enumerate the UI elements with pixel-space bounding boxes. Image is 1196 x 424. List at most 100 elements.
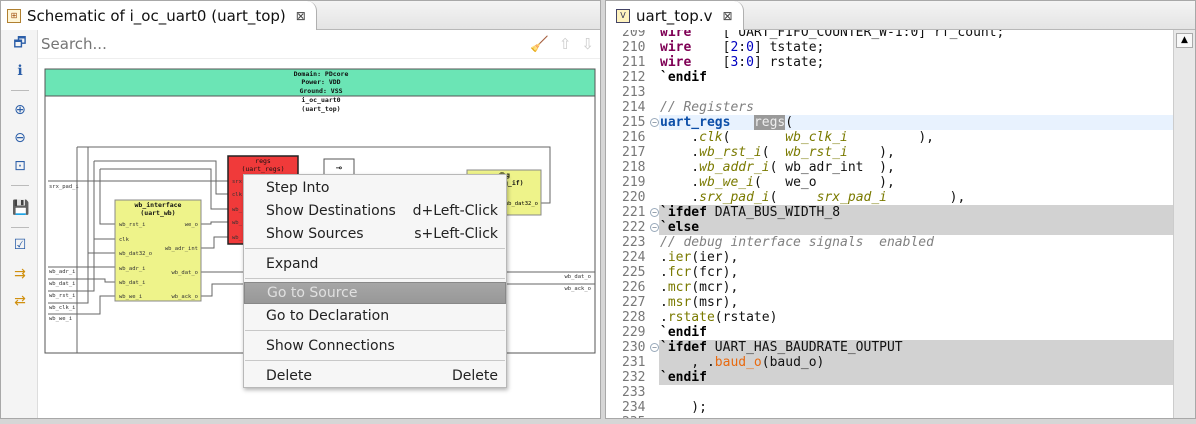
code-line[interactable]: 211 wire [3:0] rstate; xyxy=(606,55,1173,70)
code-token: ), xyxy=(847,145,895,160)
code-line[interactable]: 226 .mcr(mcr), xyxy=(606,280,1173,295)
input-port-label: wb_clk_i xyxy=(49,305,76,311)
menu-item-go-to-source[interactable]: Go to Source xyxy=(244,282,506,304)
checklist-icon[interactable]: ☑ xyxy=(12,237,28,253)
menu-item-show-destinations[interactable]: Show Destinations d+Left-Click xyxy=(244,200,506,222)
regs-port: srx xyxy=(232,179,243,185)
save-icon[interactable]: 💾 xyxy=(12,200,29,216)
close-icon[interactable]: ⊠ xyxy=(296,9,306,23)
power-label: Power: VDD xyxy=(301,78,340,86)
code-token: wire xyxy=(660,55,692,70)
step-icon[interactable]: ⇉ xyxy=(12,266,28,282)
new-window-icon[interactable]: 🗗 xyxy=(12,35,28,51)
code-token: uart_regs xyxy=(660,115,731,130)
code-text: .rstate(rstate) xyxy=(659,310,1173,325)
code-line[interactable]: 223 // debug interface signals enabled xyxy=(606,235,1173,250)
code-token: `endif xyxy=(660,325,707,340)
code-token: fcr xyxy=(667,265,692,280)
code-line[interactable]: 234 ); xyxy=(606,400,1173,415)
code-token: . xyxy=(660,280,668,295)
input-port-label: wb_adr_i xyxy=(49,269,76,275)
fold-toggle-icon[interactable]: − xyxy=(650,208,659,217)
search-input[interactable] xyxy=(38,30,438,58)
code-line[interactable]: 209 wire [`UART_FIFO_COUNTER_W-1:0] rf_co… xyxy=(606,30,1173,40)
code-line[interactable]: 220 .srx_pad_i( srx_pad_i ), xyxy=(606,190,1173,205)
fold-toggle-icon[interactable]: − xyxy=(650,223,659,232)
arrow-down-icon[interactable]: ⇩ xyxy=(581,35,594,53)
menu-item-show-sources[interactable]: Show Sources s+Left-Click xyxy=(244,223,506,245)
code-text: wire [`UART_FIFO_COUNTER_W-1:0] rf_count… xyxy=(659,30,1173,40)
buffer-symbol-icon: ⊸ xyxy=(336,163,342,174)
arrow-up-icon[interactable]: ⇧ xyxy=(559,35,572,53)
code-line[interactable]: 219 .wb_we_i( we_o ), xyxy=(606,175,1173,190)
code-text: `ifdef UART_HAS_BAUDRATE_OUTPUT xyxy=(659,340,1173,355)
dbg-port: wb_dat32_o xyxy=(505,201,538,207)
menu-item-expand[interactable]: Expand xyxy=(244,253,506,275)
code-line[interactable]: 227 .msr(msr), xyxy=(606,295,1173,310)
line-number: 224 xyxy=(622,250,646,265)
code-line[interactable]: 228 .rstate(rstate) xyxy=(606,310,1173,325)
code-token: srx_pad_i xyxy=(816,190,888,205)
code-line[interactable]: 233 xyxy=(606,385,1173,400)
code-token: [ xyxy=(691,55,731,70)
vertical-scrollbar[interactable]: ▲ xyxy=(1173,30,1195,418)
code-line[interactable]: 229 `endif xyxy=(606,325,1173,340)
code-line[interactable]: 231 , .baud_o(baud_o) xyxy=(606,355,1173,370)
line-number: 222 xyxy=(622,220,646,235)
close-icon[interactable]: ⊠ xyxy=(722,9,732,23)
scroll-up-icon[interactable]: ▲ xyxy=(1176,33,1193,48)
fold-toggle-icon[interactable]: − xyxy=(650,343,659,352)
code-line[interactable]: 217 .wb_rst_i( wb_rst_i ), xyxy=(606,145,1173,160)
zoom-out-icon[interactable]: ⊖ xyxy=(12,130,28,146)
code-line[interactable]: 230− `ifdef UART_HAS_BAUDRATE_OUTPUT xyxy=(606,340,1173,355)
code-line[interactable]: 216 .clk( wb_clk_i ), xyxy=(606,130,1173,145)
menu-item-show-connections[interactable]: Show Connections xyxy=(244,335,506,357)
sync-icon[interactable]: ⇄ xyxy=(12,293,28,309)
menu-item-delete[interactable]: Delete Delete xyxy=(244,365,506,387)
line-number: 213 xyxy=(622,85,646,100)
code-text: .fcr(fcr), xyxy=(659,265,1173,280)
info-icon[interactable]: ℹ xyxy=(12,63,28,79)
code-token: msr xyxy=(667,295,692,310)
code-text: uart_regs regs( xyxy=(659,115,1173,130)
code-token: [ xyxy=(691,40,731,55)
code-line[interactable]: 215− uart_regs regs( xyxy=(606,115,1173,130)
code-line[interactable]: 214 // Registers xyxy=(606,100,1173,115)
code-token: . xyxy=(660,295,668,310)
code-token: (msr), xyxy=(691,295,739,310)
code-line[interactable]: 232 `endif xyxy=(606,370,1173,385)
code-line[interactable]: 224 .ier(ier), xyxy=(606,250,1173,265)
code-text: `endif xyxy=(659,370,1173,385)
code-token: clk xyxy=(699,130,723,145)
line-number: 233 xyxy=(622,385,646,400)
menu-item-step-into[interactable]: Step Into xyxy=(244,177,506,199)
zoom-fit-icon[interactable]: ⊡ xyxy=(12,158,28,174)
menu-item-go-to-declaration[interactable]: Go to Declaration xyxy=(244,305,506,327)
code-line[interactable]: 210 wire [2:0] tstate; xyxy=(606,40,1173,55)
code-line[interactable]: 221− `ifdef DATA_BUS_WIDTH_8 xyxy=(606,205,1173,220)
line-number: 219 xyxy=(622,175,646,190)
regs-port: wb_ xyxy=(232,220,243,226)
code-line[interactable]: 213 xyxy=(606,85,1173,100)
wb-out-port: wb_ack_o xyxy=(172,294,199,300)
code-line[interactable]: 212 `endif xyxy=(606,70,1173,85)
tab-schematic[interactable]: ⊞ Schematic of i_oc_uart0 (uart_top) ⊠ xyxy=(1,1,317,30)
code-token: ] tstate; xyxy=(753,40,825,55)
fold-toggle-icon[interactable]: − xyxy=(650,118,659,127)
zoom-in-icon[interactable]: ⊕ xyxy=(12,102,28,118)
editor-tab-bar: V uart_top.v ⊠ xyxy=(606,1,1195,30)
code-line[interactable]: 222− `else xyxy=(606,220,1173,235)
tab-uart-top-v[interactable]: V uart_top.v ⊠ xyxy=(606,1,744,30)
code-token: regs xyxy=(753,115,786,130)
input-port-label: wb_we_i xyxy=(49,316,72,322)
code-token: ] rstate; xyxy=(753,55,825,70)
clear-icon[interactable]: 🧹 xyxy=(530,35,549,53)
code-editor[interactable]: 209 wire [`UART_FIFO_COUNTER_W-1:0] rf_co… xyxy=(606,30,1173,418)
line-number: 228 xyxy=(622,310,646,325)
code-line[interactable]: 235 xyxy=(606,415,1173,418)
code-line[interactable]: 218 .wb_addr_i( wb_adr_int ), xyxy=(606,160,1173,175)
line-number: 215 xyxy=(622,115,646,130)
menu-shortcut: Delete xyxy=(452,368,498,384)
code-line[interactable]: 225 .fcr(fcr), xyxy=(606,265,1173,280)
